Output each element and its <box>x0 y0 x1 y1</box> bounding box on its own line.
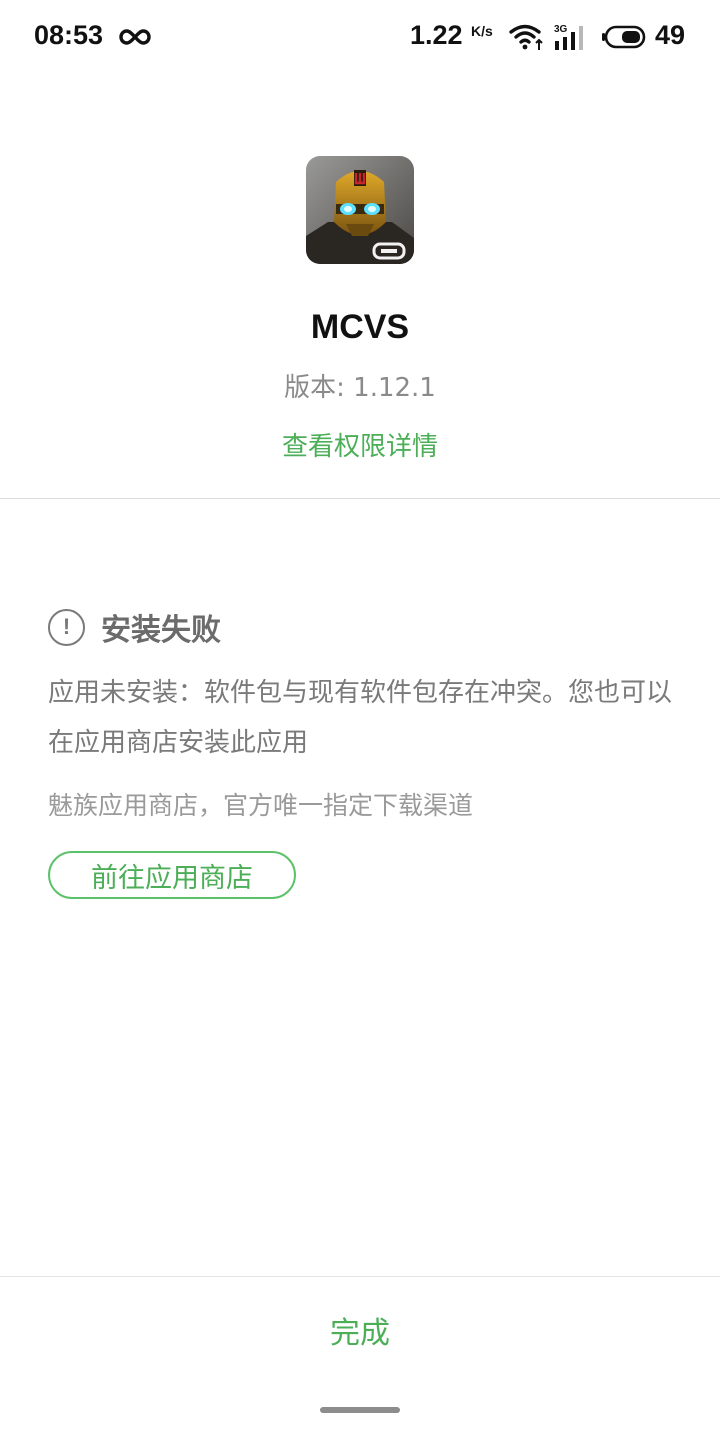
install-failed-header: ! 安装失败 <box>48 607 221 648</box>
exclamation-circle-icon: ! <box>48 608 85 646</box>
view-permissions-link[interactable]: 查看权限详情 <box>0 426 720 463</box>
battery-level: 49 <box>655 20 686 50</box>
infinity-icon <box>119 29 151 45</box>
go-to-app-store-button[interactable]: 前往应用商店 <box>48 851 296 899</box>
status-time: 08:53 <box>34 20 104 50</box>
robot-app-icon <box>306 156 414 264</box>
divider <box>0 498 720 499</box>
footer-divider <box>0 1276 720 1277</box>
signal-icon: 3G <box>554 24 583 50</box>
home-indicator[interactable] <box>320 1407 400 1413</box>
app-icon <box>306 156 414 264</box>
net-speed-unit: K/s <box>471 23 493 39</box>
net-speed: 1.22 <box>410 20 463 50</box>
network-type-label: 3G <box>554 24 568 35</box>
wifi-icon <box>509 24 543 50</box>
store-note: 魅族应用商店，官方唯一指定下载渠道 <box>48 791 474 820</box>
install-failed-title: 安装失败 <box>101 613 221 648</box>
install-result-screen: 08:53 1.22 K/s 3G 49 MCVS 版本: 1.12.1 查看权… <box>0 0 720 1440</box>
status-bar: 08:53 1.22 K/s 3G 49 <box>0 0 720 76</box>
app-name: MCVS <box>310 308 410 346</box>
app-version: 版本: 1.12.1 <box>284 373 436 403</box>
done-button[interactable]: 完成 <box>0 1300 720 1360</box>
battery-icon <box>602 25 646 49</box>
install-failed-message: 应用未安装：软件包与现有软件包存在冲突。您也可以在应用商店安装此应用 <box>48 678 673 758</box>
